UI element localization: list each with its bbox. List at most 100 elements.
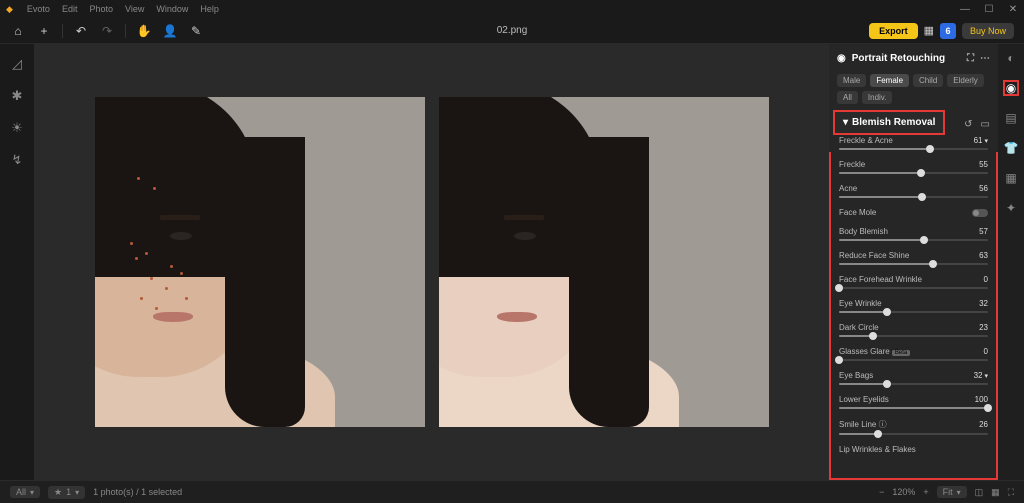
slider-thumb[interactable] bbox=[835, 356, 843, 364]
mask-tool-icon[interactable]: 👤 bbox=[162, 23, 178, 39]
credits-badge[interactable]: 6 bbox=[940, 23, 956, 39]
histogram-icon[interactable]: ▤ bbox=[1003, 110, 1019, 126]
reset-icon[interactable]: ↺ bbox=[964, 119, 972, 130]
slider-thumb[interactable] bbox=[920, 236, 928, 244]
statusbar: All▾ ★ 1▾ 1 photo(s) / 1 selected − 120%… bbox=[0, 480, 1024, 503]
toolbar: ⌂ + ↶ ↷ ✋ 👤 ✎ 02.png Export ▦ 6 Buy Now bbox=[0, 18, 1024, 44]
slider-row: Smile Line ⓘ26 bbox=[839, 419, 988, 435]
slider-value: 32 ▾ bbox=[974, 371, 988, 380]
menu-edit[interactable]: Edit bbox=[62, 4, 78, 15]
color-icon[interactable]: ◐ bbox=[1003, 50, 1019, 66]
slider-thumb[interactable] bbox=[929, 260, 937, 268]
slider-track[interactable] bbox=[839, 239, 988, 241]
slider-track[interactable] bbox=[839, 196, 988, 198]
slider-track[interactable] bbox=[839, 383, 988, 385]
slider-thumb[interactable] bbox=[874, 430, 882, 438]
slider-value bbox=[972, 209, 988, 217]
slider-label: Lower Eyelids bbox=[839, 395, 889, 404]
expand-icon[interactable]: ⛶ bbox=[967, 53, 974, 64]
slider-label: Dark Circle bbox=[839, 323, 879, 332]
slider-track[interactable] bbox=[839, 172, 988, 174]
clothing-icon[interactable]: 👕 bbox=[1003, 140, 1019, 156]
titlebar: ◆ Evoto Edit Photo View Window Help — ☐ … bbox=[0, 0, 1024, 18]
slider-track[interactable] bbox=[839, 263, 988, 265]
fullscreen-icon[interactable]: ⛶ bbox=[1008, 487, 1014, 498]
add-icon[interactable]: + bbox=[36, 23, 52, 39]
window-minimize[interactable]: — bbox=[960, 4, 970, 14]
menu-help[interactable]: Help bbox=[200, 4, 219, 15]
slider-row: Eye Bags 32 ▾ bbox=[839, 371, 988, 385]
filter-dropdown[interactable]: All▾ bbox=[10, 486, 40, 498]
menu-window[interactable]: Window bbox=[156, 4, 188, 15]
brush-tool-icon[interactable]: ✎ bbox=[188, 23, 204, 39]
home-icon[interactable]: ⌂ bbox=[10, 23, 26, 39]
slider-label: Eye Bags bbox=[839, 371, 873, 380]
slider-track[interactable] bbox=[839, 287, 988, 289]
fit-dropdown[interactable]: Fit▾ bbox=[937, 486, 967, 498]
undo-icon[interactable]: ↶ bbox=[73, 23, 89, 39]
effects-icon[interactable]: ✦ bbox=[1003, 200, 1019, 216]
slider-row: Reduce Face Shine63 bbox=[839, 251, 988, 265]
hand-tool-icon[interactable]: ✋ bbox=[136, 23, 152, 39]
slider-row: Glasses Glare Beta0 bbox=[839, 347, 988, 361]
tab-male[interactable]: Male bbox=[837, 74, 866, 87]
slider-value: 100 bbox=[975, 395, 988, 404]
slider-value: 61 ▾ bbox=[974, 136, 988, 145]
slider-label: Lip Wrinkles & Flakes bbox=[839, 445, 916, 454]
slider-thumb[interactable] bbox=[869, 332, 877, 340]
portrait-tool-icon[interactable]: ◉ bbox=[1003, 80, 1019, 96]
slider-thumb[interactable] bbox=[917, 169, 925, 177]
window-maximize[interactable]: ☐ bbox=[984, 4, 994, 14]
sliders-container: Freckle & Acne61 ▾Freckle55Acne56Face Mo… bbox=[829, 130, 998, 480]
slider-thumb[interactable] bbox=[984, 404, 992, 412]
zoom-in-icon[interactable]: + bbox=[923, 487, 928, 497]
slider-track[interactable] bbox=[839, 359, 988, 361]
layers-icon[interactable]: ▦ bbox=[1003, 170, 1019, 186]
slider-label: Smile Line ⓘ bbox=[839, 419, 887, 430]
slider-row: Lower Eyelids 100 bbox=[839, 395, 988, 409]
slider-track[interactable] bbox=[839, 148, 988, 150]
slider-thumb[interactable] bbox=[918, 193, 926, 201]
right-tool-rail: ◐ ◉ ▤ 👕 ▦ ✦ bbox=[998, 44, 1024, 480]
buy-now-button[interactable]: Buy Now bbox=[962, 23, 1014, 39]
selection-info: 1 photo(s) / 1 selected bbox=[93, 487, 182, 497]
slider-label: Reduce Face Shine bbox=[839, 251, 909, 260]
save-icon[interactable]: ▦ bbox=[924, 24, 934, 37]
export-button[interactable]: Export bbox=[869, 23, 918, 39]
rating-dropdown[interactable]: ★ 1▾ bbox=[48, 486, 85, 499]
adjust-tool-icon[interactable]: ✱ bbox=[9, 88, 25, 104]
heal-tool-icon[interactable]: ☀ bbox=[9, 120, 25, 136]
curves-tool-icon[interactable]: ↯ bbox=[9, 152, 25, 168]
tab-elderly[interactable]: Elderly bbox=[947, 74, 983, 87]
slider-track[interactable] bbox=[839, 433, 988, 435]
slider-thumb[interactable] bbox=[883, 380, 891, 388]
preset-icon[interactable]: ▭ bbox=[981, 119, 990, 130]
tab-female[interactable]: Female bbox=[870, 74, 909, 87]
redo-icon[interactable]: ↷ bbox=[99, 23, 115, 39]
slider-thumb[interactable] bbox=[926, 145, 934, 153]
slider-track[interactable] bbox=[839, 311, 988, 313]
more-icon[interactable]: ⋯ bbox=[980, 53, 990, 64]
slider-label: Acne bbox=[839, 184, 857, 193]
tab-indiv[interactable]: Indiv. bbox=[862, 91, 893, 104]
crop-tool-icon[interactable]: ◿ bbox=[9, 56, 25, 72]
menu-photo[interactable]: Photo bbox=[89, 4, 113, 15]
zoom-out-icon[interactable]: − bbox=[879, 487, 884, 497]
tab-all[interactable]: All bbox=[837, 91, 858, 104]
slider-row: Acne 56 bbox=[839, 184, 988, 198]
slider-track[interactable] bbox=[839, 407, 988, 409]
slider-track[interactable] bbox=[839, 335, 988, 337]
menu-view[interactable]: View bbox=[125, 4, 144, 15]
filename-label: 02.png bbox=[497, 25, 528, 36]
grid-icon[interactable]: ▦ bbox=[991, 487, 1000, 498]
slider-thumb[interactable] bbox=[835, 284, 843, 292]
canvas-area[interactable] bbox=[34, 44, 829, 480]
zoom-value[interactable]: 120% bbox=[892, 487, 915, 497]
compare-icon[interactable]: ◫ bbox=[975, 487, 984, 498]
slider-value: 56 bbox=[979, 184, 988, 193]
slider-thumb[interactable] bbox=[883, 308, 891, 316]
toggle-switch[interactable] bbox=[972, 209, 988, 217]
tab-child[interactable]: Child bbox=[913, 74, 943, 87]
window-close[interactable]: ✕ bbox=[1008, 4, 1018, 14]
slider-label: Freckle & Acne bbox=[839, 136, 893, 145]
